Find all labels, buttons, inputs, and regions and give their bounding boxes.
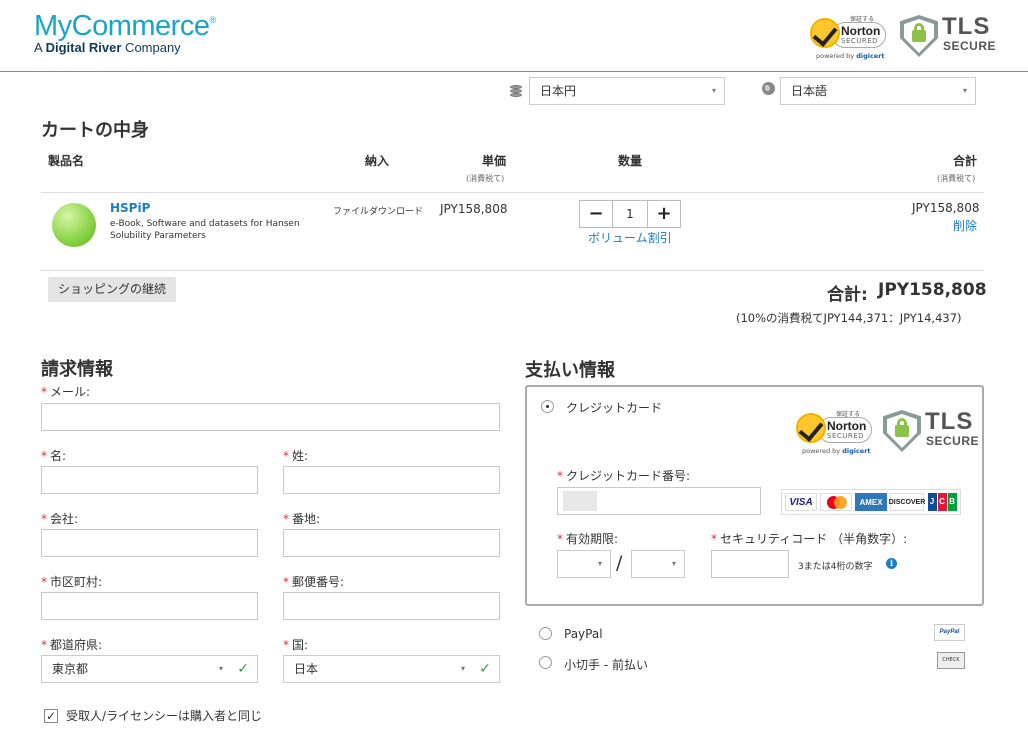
currency-select[interactable]: 日本円 ▾ xyxy=(529,77,725,105)
cart-title: カートの中身 xyxy=(41,120,149,141)
city-label: * 市区町村: xyxy=(41,575,103,589)
col-quantity: 数量 xyxy=(618,154,643,168)
col-product: 製品名 xyxy=(48,154,85,168)
quantity-input[interactable]: 1 xyxy=(612,201,648,227)
amex-icon: AMEX xyxy=(855,493,887,511)
chevron-down-icon: ▾ xyxy=(671,559,676,568)
valid-check-icon: ✓ xyxy=(479,661,491,677)
country-select[interactable]: 日本 ▾ ✓ xyxy=(283,655,500,683)
mycommerce-logo[interactable]: MyCommerce® A Digital River Company xyxy=(34,10,216,55)
norton-check-icon xyxy=(796,413,826,443)
prefecture-select[interactable]: 東京都 ▾ ✓ xyxy=(41,655,258,683)
accepted-cards: VISA AMEX DISCOVER J C B xyxy=(781,489,961,515)
norton-check-icon xyxy=(810,18,840,48)
lock-icon xyxy=(912,30,926,42)
decrease-qty-button[interactable]: − xyxy=(580,201,612,227)
remove-item-link[interactable]: 削除 xyxy=(953,217,977,234)
email-label: * メール: xyxy=(41,385,91,399)
product-image xyxy=(52,203,96,247)
divider xyxy=(41,270,984,271)
col-delivery: 納入 xyxy=(365,154,390,168)
product-name-link[interactable]: HSPiP xyxy=(110,201,150,215)
expiry-label: * 有効期限: xyxy=(557,532,619,546)
prefecture-label: * 都道府県: xyxy=(41,638,103,652)
payment-title: 支払い情報 xyxy=(525,360,615,381)
last-name-field[interactable] xyxy=(283,466,500,494)
card-number-field[interactable] xyxy=(557,487,761,515)
check-prepay-radio[interactable] xyxy=(539,656,552,669)
discover-icon: DISCOVER xyxy=(889,493,925,511)
globe-icon xyxy=(762,82,775,95)
country-label: * 国: xyxy=(283,638,309,652)
billing-title: 請求情報 xyxy=(41,359,113,380)
info-icon[interactable]: i xyxy=(886,558,897,569)
security-code-field[interactable] xyxy=(711,550,789,578)
language-select[interactable]: 日本語 ▾ xyxy=(780,77,976,105)
expiry-slash: / xyxy=(616,552,623,574)
company-label: * 会社: xyxy=(41,512,79,526)
chevron-down-icon: ▾ xyxy=(597,559,602,568)
visa-icon: VISA xyxy=(785,493,817,511)
quantity-stepper: − 1 + xyxy=(579,200,681,228)
col-total: 合計 xyxy=(953,154,978,168)
security-code-label: * セキュリティコード （半角数字）: xyxy=(711,532,908,546)
email-field[interactable] xyxy=(41,403,500,431)
credit-card-label: クレジットカード xyxy=(566,401,663,415)
card-number-label: * クレジットカード番号: xyxy=(557,469,691,483)
postal-field[interactable] xyxy=(283,592,500,620)
site-header: MyCommerce® A Digital River Company 保証する… xyxy=(0,0,1028,72)
line-total: JPY158,808 xyxy=(912,201,980,215)
same-as-buyer-checkbox[interactable]: ✓ xyxy=(44,709,58,723)
divider xyxy=(41,192,984,193)
product-desc-2: Solubility Parameters xyxy=(110,231,206,241)
delivery-method: ファイルダウンロード xyxy=(333,207,424,217)
unit-price: JPY158,808 xyxy=(440,202,508,216)
tls-secure-badge: TLS SECURE xyxy=(883,408,979,454)
first-name-field[interactable] xyxy=(41,466,258,494)
jcb-icon: J C B xyxy=(927,493,957,511)
postal-label: * 郵便番号: xyxy=(283,575,345,589)
expiry-year-select[interactable]: ▾ xyxy=(631,550,685,578)
chevron-down-icon: ▾ xyxy=(460,664,465,673)
paypal-icon: PayPal xyxy=(934,624,965,641)
continue-shopping-button[interactable]: ショッピングの継続 xyxy=(48,277,177,302)
paypal-label: PayPal xyxy=(564,627,603,641)
lock-icon xyxy=(895,425,909,437)
valid-check-icon: ✓ xyxy=(237,661,249,677)
increase-qty-button[interactable]: + xyxy=(648,201,680,227)
expiry-month-select[interactable]: ▾ xyxy=(557,550,611,578)
paypal-radio[interactable] xyxy=(539,627,552,640)
product-desc-1: e-Book, Software and datasets for Hansen xyxy=(110,219,300,229)
credit-card-radio[interactable] xyxy=(541,400,554,413)
last-name-label: * 姓: xyxy=(283,449,309,463)
check-prepay-label: 小切手 - 前払い xyxy=(564,658,648,672)
chevron-down-icon: ▾ xyxy=(218,664,223,673)
same-as-buyer-label: 受取人/ライセンシーは購入者と同じ xyxy=(66,709,263,723)
norton-secured-badge: 保証する Norton SECURED powered by digicert xyxy=(810,14,888,60)
first-name-label: * 名: xyxy=(41,449,67,463)
tax-note: (10%の消費税てJPY144,371：JPY14,437) xyxy=(736,311,962,325)
company-field[interactable] xyxy=(41,529,258,557)
col-unit-price: 単価 xyxy=(482,154,507,168)
norton-secured-badge: 保証する Norton SECURED powered by digicert xyxy=(796,409,874,455)
grand-total: JPY158,808 xyxy=(878,280,987,300)
address-label: * 番地: xyxy=(283,512,321,526)
tls-secure-badge: TLS SECURE xyxy=(900,13,996,59)
chevron-down-icon: ▾ xyxy=(962,86,967,95)
volume-discount-link[interactable]: ボリューム割引 xyxy=(588,229,672,246)
security-hint: 3または4桁の数字 xyxy=(798,562,873,572)
city-field[interactable] xyxy=(41,592,258,620)
check-icon: CHECK xyxy=(937,652,965,669)
currency-icon xyxy=(508,82,524,98)
col-unit-sub: (消費税て) xyxy=(466,174,505,183)
mastercard-icon xyxy=(820,493,852,511)
chevron-down-icon: ▾ xyxy=(711,86,716,95)
col-total-sub: (消費税て) xyxy=(937,174,976,183)
grand-total-label: 合計: xyxy=(827,285,868,305)
address-field[interactable] xyxy=(283,529,500,557)
